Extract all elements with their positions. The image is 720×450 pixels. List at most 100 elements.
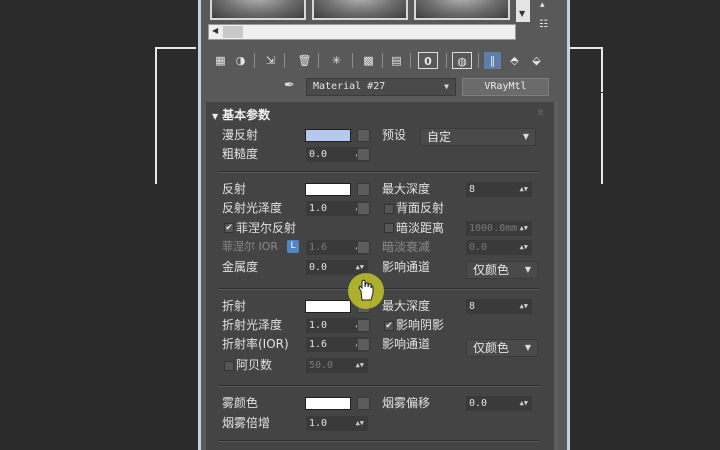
spinner-arrows-icon[interactable]: ▲▼ bbox=[520, 182, 528, 197]
preset-label: 预设 bbox=[382, 128, 407, 142]
fresnel-ior-map-button[interactable] bbox=[357, 241, 370, 254]
refract-color-swatch[interactable] bbox=[305, 300, 351, 313]
spinner-arrows-icon[interactable]: ▲▼ bbox=[520, 396, 528, 411]
spinner-arrows-icon[interactable]: ▲▼ bbox=[356, 416, 364, 431]
metalness-spinner[interactable]: 0.0 ▲▼ bbox=[306, 260, 368, 275]
show-shaded-icon[interactable]: ◍ bbox=[452, 52, 472, 69]
refract-glossiness-map-button[interactable] bbox=[357, 319, 370, 332]
fog-bias-spinner[interactable]: 0.0 ▲▼ bbox=[466, 396, 532, 411]
abbe-spinner[interactable]: 50.0 ▲▼ bbox=[306, 358, 368, 373]
refract-glossiness-value: 1.0 bbox=[309, 320, 328, 331]
spinner-arrows-icon[interactable]: ▲▼ bbox=[520, 240, 528, 255]
slots-horizontal-scrollbar[interactable]: ◀ bbox=[208, 24, 516, 40]
diffuse-label: 漫反射 bbox=[222, 128, 259, 142]
reflect-glossiness-value: 1.0 bbox=[309, 203, 328, 214]
scroll-thumb[interactable] bbox=[223, 26, 243, 38]
get-material-icon[interactable]: ▦ bbox=[212, 52, 229, 69]
fresnel-ior-lock-button[interactable]: L bbox=[287, 240, 299, 253]
diffuse-color-swatch[interactable] bbox=[305, 129, 351, 142]
abbe-checkbox[interactable] bbox=[224, 361, 234, 371]
roughness-map-button[interactable] bbox=[357, 148, 370, 161]
ior-map-button[interactable] bbox=[357, 338, 370, 351]
sample-slot[interactable] bbox=[210, 0, 306, 20]
sample-slot[interactable] bbox=[414, 0, 510, 20]
fresnel-checkbox[interactable]: ✔ bbox=[224, 223, 234, 233]
put-to-library-icon[interactable]: ▩ bbox=[360, 52, 377, 69]
reflect-affect-channels-dropdown[interactable]: 仅颜色 ▼ bbox=[466, 261, 538, 279]
reflect-max-depth-spinner[interactable]: 8 ▲▼ bbox=[466, 182, 532, 197]
options-icon[interactable]: ☷ bbox=[539, 19, 555, 33]
eyedropper-icon[interactable]: ✒ bbox=[284, 78, 295, 93]
fog-multiplier-spinner[interactable]: 1.0 ▲▼ bbox=[306, 416, 368, 431]
backside-reflect-checkbox[interactable] bbox=[384, 204, 394, 214]
roughness-label: 粗糙度 bbox=[222, 147, 259, 161]
refract-affect-channels-value: 仅颜色 bbox=[473, 341, 510, 355]
refract-affect-channels-label: 影响通道 bbox=[382, 337, 431, 351]
dim-falloff-spinner[interactable]: 0.0 ▲▼ bbox=[466, 240, 532, 255]
refract-label: 折射 bbox=[222, 299, 247, 313]
chevron-down-icon: ▼ bbox=[444, 82, 449, 91]
reflect-color-swatch[interactable] bbox=[305, 183, 351, 196]
material-id-icon[interactable]: 0 bbox=[418, 52, 438, 69]
material-type-button[interactable]: VRayMtl bbox=[462, 78, 549, 96]
fog-map-button[interactable] bbox=[357, 397, 370, 410]
preset-value: 自定 bbox=[427, 130, 452, 144]
rollout-header[interactable]: ▼ 基本参数 bbox=[212, 106, 270, 123]
refract-max-depth-spinner[interactable]: 8 ▲▼ bbox=[466, 299, 532, 314]
toolbar-divider bbox=[478, 53, 479, 68]
diffuse-map-button[interactable] bbox=[357, 129, 370, 142]
toolbar-divider bbox=[318, 53, 319, 68]
scroll-up-icon[interactable]: ▴ bbox=[540, 0, 554, 12]
spinner-arrows-icon[interactable]: ▲▼ bbox=[356, 358, 364, 373]
reflect-glossiness-label: 反射光泽度 bbox=[222, 201, 283, 215]
refract-affect-channels-dropdown[interactable]: 仅颜色 ▼ bbox=[466, 339, 538, 357]
assign-to-selection-icon[interactable]: ⇲ bbox=[262, 52, 279, 69]
toolbar-divider bbox=[254, 53, 255, 68]
reflect-map-button[interactable] bbox=[357, 183, 370, 196]
save-to-library-icon[interactable]: ▤ bbox=[388, 52, 405, 69]
rollout-title: 基本参数 bbox=[222, 108, 271, 122]
backside-reflect-label: 背面反射 bbox=[396, 201, 445, 215]
toolbar-divider bbox=[284, 53, 285, 68]
hand-cursor-icon bbox=[358, 279, 374, 301]
spinner-arrows-icon[interactable]: ▲▼ bbox=[520, 221, 528, 236]
toolbar-divider bbox=[352, 53, 353, 68]
go-forward-icon[interactable]: ⬙ bbox=[528, 52, 545, 69]
go-to-parent-icon[interactable]: ⬘ bbox=[506, 52, 523, 69]
affect-shadows-checkbox[interactable]: ✔ bbox=[384, 321, 394, 331]
reflect-affect-channels-label: 影响通道 bbox=[382, 260, 431, 274]
fresnel-label: 菲涅尔反射 bbox=[236, 221, 297, 235]
scroll-left-icon[interactable]: ◀ bbox=[212, 26, 218, 35]
spinner-arrows-icon[interactable]: ▲▼ bbox=[520, 299, 528, 314]
dim-distance-spinner[interactable]: 1000.0mm ▲▼ bbox=[466, 221, 532, 236]
ior-value: 1.6 bbox=[309, 339, 328, 350]
material-name-text: Material #27 bbox=[313, 81, 386, 92]
chevron-down-icon: ▼ bbox=[524, 343, 531, 352]
reset-map-icon[interactable]: 🗑 bbox=[296, 52, 313, 69]
dim-distance-value: 1000.0mm bbox=[469, 223, 518, 234]
fresnel-ior-value: 1.6 bbox=[309, 242, 328, 253]
affect-shadows-label: 影响阴影 bbox=[396, 318, 445, 332]
put-to-scene-icon[interactable]: ◑ bbox=[232, 52, 249, 69]
material-name-field[interactable]: Material #27 ▼ bbox=[306, 78, 456, 96]
chevron-down-icon: ▼ bbox=[524, 265, 531, 274]
sample-slot[interactable] bbox=[312, 0, 408, 20]
make-unique-icon[interactable]: ✳ bbox=[328, 52, 345, 69]
slots-vertical-scrollbar[interactable]: ▼ bbox=[516, 0, 530, 22]
metalness-value: 0.0 bbox=[309, 262, 328, 273]
section-divider bbox=[218, 171, 540, 173]
fog-color-swatch[interactable] bbox=[305, 397, 351, 410]
reflect-glossiness-map-button[interactable] bbox=[357, 202, 370, 215]
metalness-label: 金属度 bbox=[222, 260, 259, 274]
dim-distance-checkbox[interactable] bbox=[384, 223, 394, 233]
ior-label: 折射率(IOR) bbox=[222, 337, 289, 351]
background-line bbox=[570, 47, 603, 49]
fog-bias-value: 0.0 bbox=[469, 398, 488, 409]
background-line bbox=[155, 47, 157, 184]
show-end-result-icon[interactable]: ‖ bbox=[484, 52, 501, 69]
section-divider bbox=[218, 385, 540, 387]
refract-glossiness-label: 折射光泽度 bbox=[222, 318, 283, 332]
rollout-scrollbar[interactable] bbox=[554, 102, 558, 450]
scroll-down-icon[interactable]: ▼ bbox=[519, 9, 525, 18]
preset-dropdown[interactable]: 自定 ▼ bbox=[420, 128, 536, 146]
